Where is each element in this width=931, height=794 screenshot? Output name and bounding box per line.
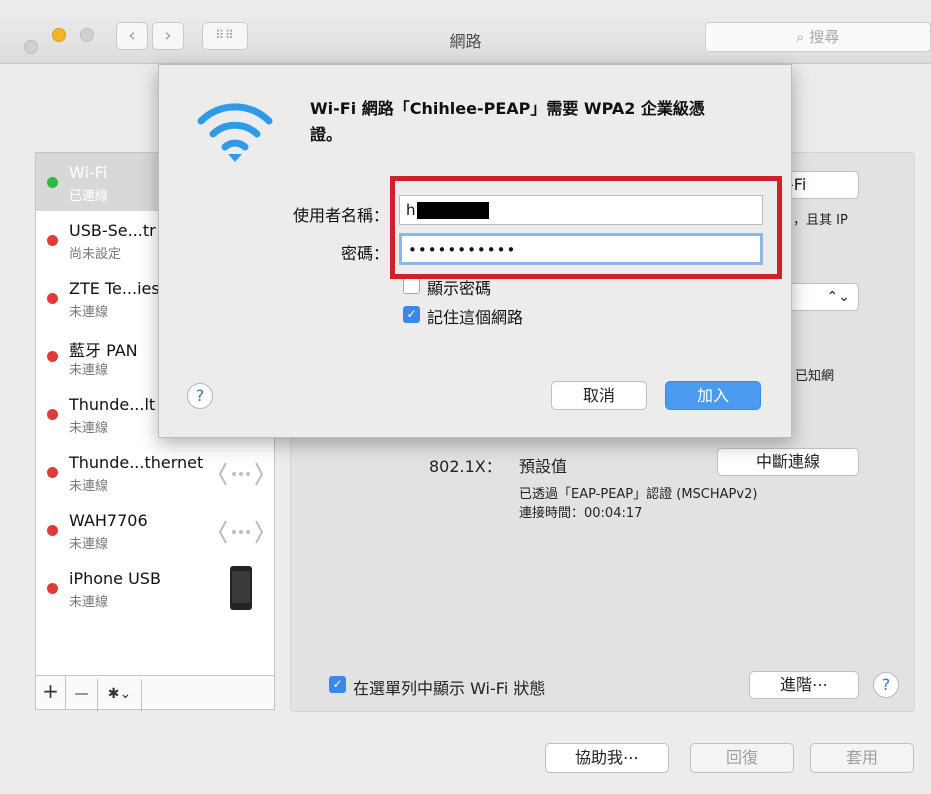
status-dot	[47, 293, 58, 304]
service-status: 已連線	[69, 189, 109, 204]
network-preferences-window: ‹ › ⠿⠿ 網路 ⌕ 搜尋 Wi-Fi 已連線 USB-Se...tr 尚未設…	[0, 0, 931, 794]
ethernet-icon	[218, 462, 264, 486]
remember-network-label: 記住這個網路	[427, 308, 524, 327]
wifi-toggle-button[interactable]: -Fi	[781, 171, 859, 199]
known-networks-text: 已知網	[795, 369, 835, 384]
checkmark-icon: ✓	[332, 677, 343, 691]
iphone-icon	[230, 566, 252, 610]
dialog-message: Wi-Fi 網路「Chihlee-PEAP」需要 WPA2 企業級憑	[310, 99, 705, 118]
dialog-help-button[interactable]: ?	[187, 383, 213, 409]
apply-button[interactable]: 套用	[810, 743, 914, 773]
service-name: USB-Se...tr	[69, 221, 156, 240]
service-status: 未連線	[69, 537, 109, 552]
search-placeholder: 搜尋	[809, 28, 840, 46]
service-name: Thunde...lt	[69, 395, 156, 414]
ethernet-icon	[218, 520, 264, 544]
service-name: 藍牙 PAN	[69, 341, 138, 360]
connect-time-text: 連接時間：00:04:17	[519, 506, 643, 521]
network-name-popup[interactable]: ⌃⌄	[781, 283, 859, 311]
gear-menu-button[interactable]: ✱⌄	[98, 679, 142, 712]
service-list-toolbar: + — ✱⌄	[35, 676, 275, 712]
remember-network-checkbox[interactable]: ✓	[403, 306, 420, 323]
join-button[interactable]: 加入	[665, 381, 761, 410]
title-bar: ‹ › ⠿⠿ 網路 ⌕ 搜尋	[0, 12, 931, 64]
service-name: Wi-Fi	[69, 163, 108, 182]
service-item-thunderbolt-ethernet[interactable]: Thunde...thernet 未連線	[36, 443, 274, 501]
service-status: 未連線	[69, 363, 109, 378]
advanced-button[interactable]: 進階⋯	[749, 671, 859, 699]
status-dot	[47, 351, 58, 362]
wifi-icon	[197, 103, 273, 162]
service-name: WAH7706	[69, 511, 148, 530]
service-status: 尚未設定	[69, 247, 122, 262]
assist-me-button[interactable]: 協助我⋯	[545, 743, 669, 773]
dot1x-label: 802.1X：	[429, 457, 502, 476]
service-name: iPhone USB	[69, 569, 161, 588]
search-input[interactable]: ⌕ 搜尋	[705, 22, 931, 52]
revert-button[interactable]: 回復	[690, 743, 794, 773]
remove-service-button[interactable]: —	[66, 679, 98, 712]
status-dot	[47, 235, 58, 246]
updown-chevron-icon: ⌃⌄	[826, 289, 850, 305]
highlight-box	[390, 176, 782, 279]
show-password-checkbox[interactable]	[403, 277, 420, 294]
disconnect-button[interactable]: 中斷連線	[717, 448, 859, 476]
username-label: 使用者名稱：	[292, 206, 389, 225]
dot1x-value: 預設值	[519, 457, 568, 476]
service-name: Thunde...thernet	[69, 453, 204, 472]
add-service-button[interactable]: +	[36, 676, 66, 709]
status-dot	[47, 409, 58, 420]
search-icon: ⌕	[796, 28, 805, 46]
service-status: 未連線	[69, 305, 109, 320]
service-status: 未連線	[69, 479, 109, 494]
service-item-wah7706[interactable]: WAH7706 未連線	[36, 501, 274, 559]
cancel-button[interactable]: 取消	[551, 381, 647, 410]
status-dot	[47, 177, 58, 188]
checkmark-icon: ✓	[406, 307, 417, 321]
dialog-message-line2: 證。	[310, 125, 343, 144]
service-item-iphone-usb[interactable]: iPhone USB 未連線	[36, 559, 274, 617]
status-dot	[47, 467, 58, 478]
service-name: ZTE Te...ies	[69, 279, 160, 298]
show-wifi-status-checkbox[interactable]: ✓	[329, 676, 346, 693]
help-button[interactable]: ?	[873, 672, 899, 698]
status-dot	[47, 583, 58, 594]
service-status: 未連線	[69, 421, 109, 436]
ip-status-text: ，且其 IP	[793, 213, 848, 228]
show-wifi-status-label: 在選單列中顯示 Wi-Fi 狀態	[353, 679, 546, 698]
service-status: 未連線	[69, 595, 109, 610]
password-label: 密碼：	[340, 244, 389, 263]
status-dot	[47, 525, 58, 536]
auth-info-text: 已透過「EAP-PEAP」認證 (MSCHAPv2)	[519, 487, 758, 502]
